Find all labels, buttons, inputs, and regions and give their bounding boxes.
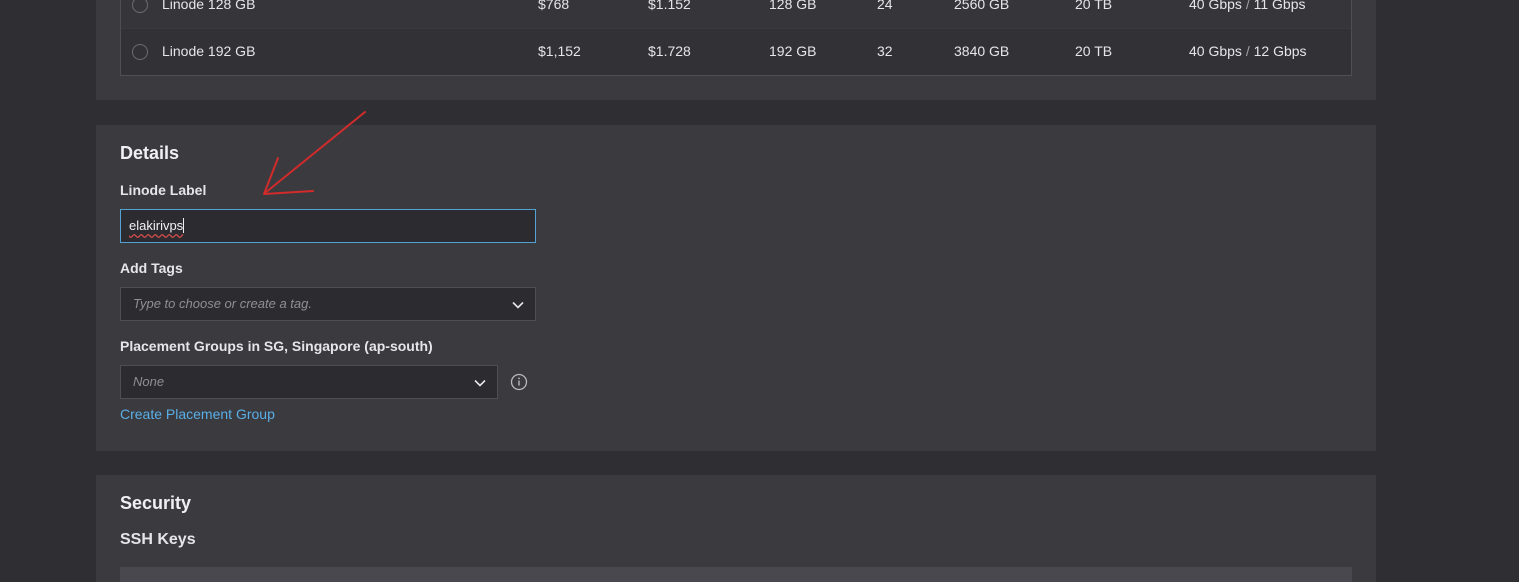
info-icon[interactable] <box>510 373 528 391</box>
plan-network: 40 Gbps / 11 Gbps <box>1189 0 1306 12</box>
plan-network-out: 12 Gbps <box>1253 43 1307 59</box>
create-placement-group-link[interactable]: Create Placement Group <box>120 406 275 422</box>
create-linode-page: Linode 128 GB $768 $1.152 128 GB 24 2560… <box>0 0 1519 582</box>
plan-network-separator: / <box>1245 43 1250 59</box>
plan-row-linode-192gb[interactable]: Linode 192 GB $1,152 $1.728 192 GB 32 38… <box>121 29 1351 75</box>
plan-radio-button[interactable] <box>132 0 148 13</box>
plan-row-linode-128gb[interactable]: Linode 128 GB $768 $1.152 128 GB 24 2560… <box>121 0 1351 28</box>
add-tags-placeholder: Type to choose or create a tag. <box>133 296 312 311</box>
plan-name: Linode 128 GB <box>162 0 256 12</box>
plan-network-out: 11 Gbps <box>1253 0 1306 12</box>
plan-network: 40 Gbps / 12 Gbps <box>1189 43 1307 59</box>
plans-panel: Linode 128 GB $768 $1.152 128 GB 24 2560… <box>96 0 1376 100</box>
annotation-arrow <box>263 111 366 195</box>
placement-groups-select[interactable]: None <box>120 365 498 399</box>
chevron-down-icon[interactable] <box>511 298 525 312</box>
plan-name: Linode 192 GB <box>162 43 256 59</box>
plan-monthly-price: $1,152 <box>538 43 581 59</box>
plan-cpus: 24 <box>877 0 893 12</box>
add-tags-label: Add Tags <box>120 260 183 276</box>
plan-cpus: 32 <box>877 43 893 59</box>
plan-network-separator: / <box>1245 0 1250 12</box>
plans-table: Linode 128 GB $768 $1.152 128 GB 24 2560… <box>120 0 1352 76</box>
plan-network-in: 40 Gbps <box>1189 0 1242 12</box>
linode-label-label: Linode Label <box>120 182 207 198</box>
plan-ram: 128 GB <box>769 0 817 12</box>
security-title: Security <box>120 493 192 513</box>
plan-storage: 2560 GB <box>954 0 1010 12</box>
plan-transfer: 20 TB <box>1075 43 1113 59</box>
plan-ram: 192 GB <box>769 43 817 59</box>
placement-groups-label: Placement Groups in SG, Singapore (ap-so… <box>120 338 433 354</box>
ssh-keys-table <box>120 567 1352 582</box>
ssh-keys-label: SSH Keys <box>120 531 196 548</box>
plan-monthly-price: $768 <box>538 0 570 12</box>
plan-transfer: 20 TB <box>1075 0 1113 12</box>
plan-storage: 3840 GB <box>954 43 1010 59</box>
plan-radio-button[interactable] <box>132 44 148 60</box>
security-panel: Security SSH Keys <box>96 475 1376 582</box>
details-title: Details <box>120 143 180 163</box>
text-caret <box>183 218 185 233</box>
plan-network-in: 40 Gbps <box>1189 43 1242 59</box>
plan-hourly-price: $1.152 <box>648 0 691 12</box>
linode-label-value: elakirivps <box>129 218 184 233</box>
plan-hourly-price: $1.728 <box>648 43 691 59</box>
chevron-down-icon[interactable] <box>473 376 487 390</box>
placement-groups-value: None <box>133 374 165 389</box>
linode-label-input[interactable]: elakirivps <box>120 209 536 243</box>
add-tags-select[interactable]: Type to choose or create a tag. <box>120 287 536 321</box>
